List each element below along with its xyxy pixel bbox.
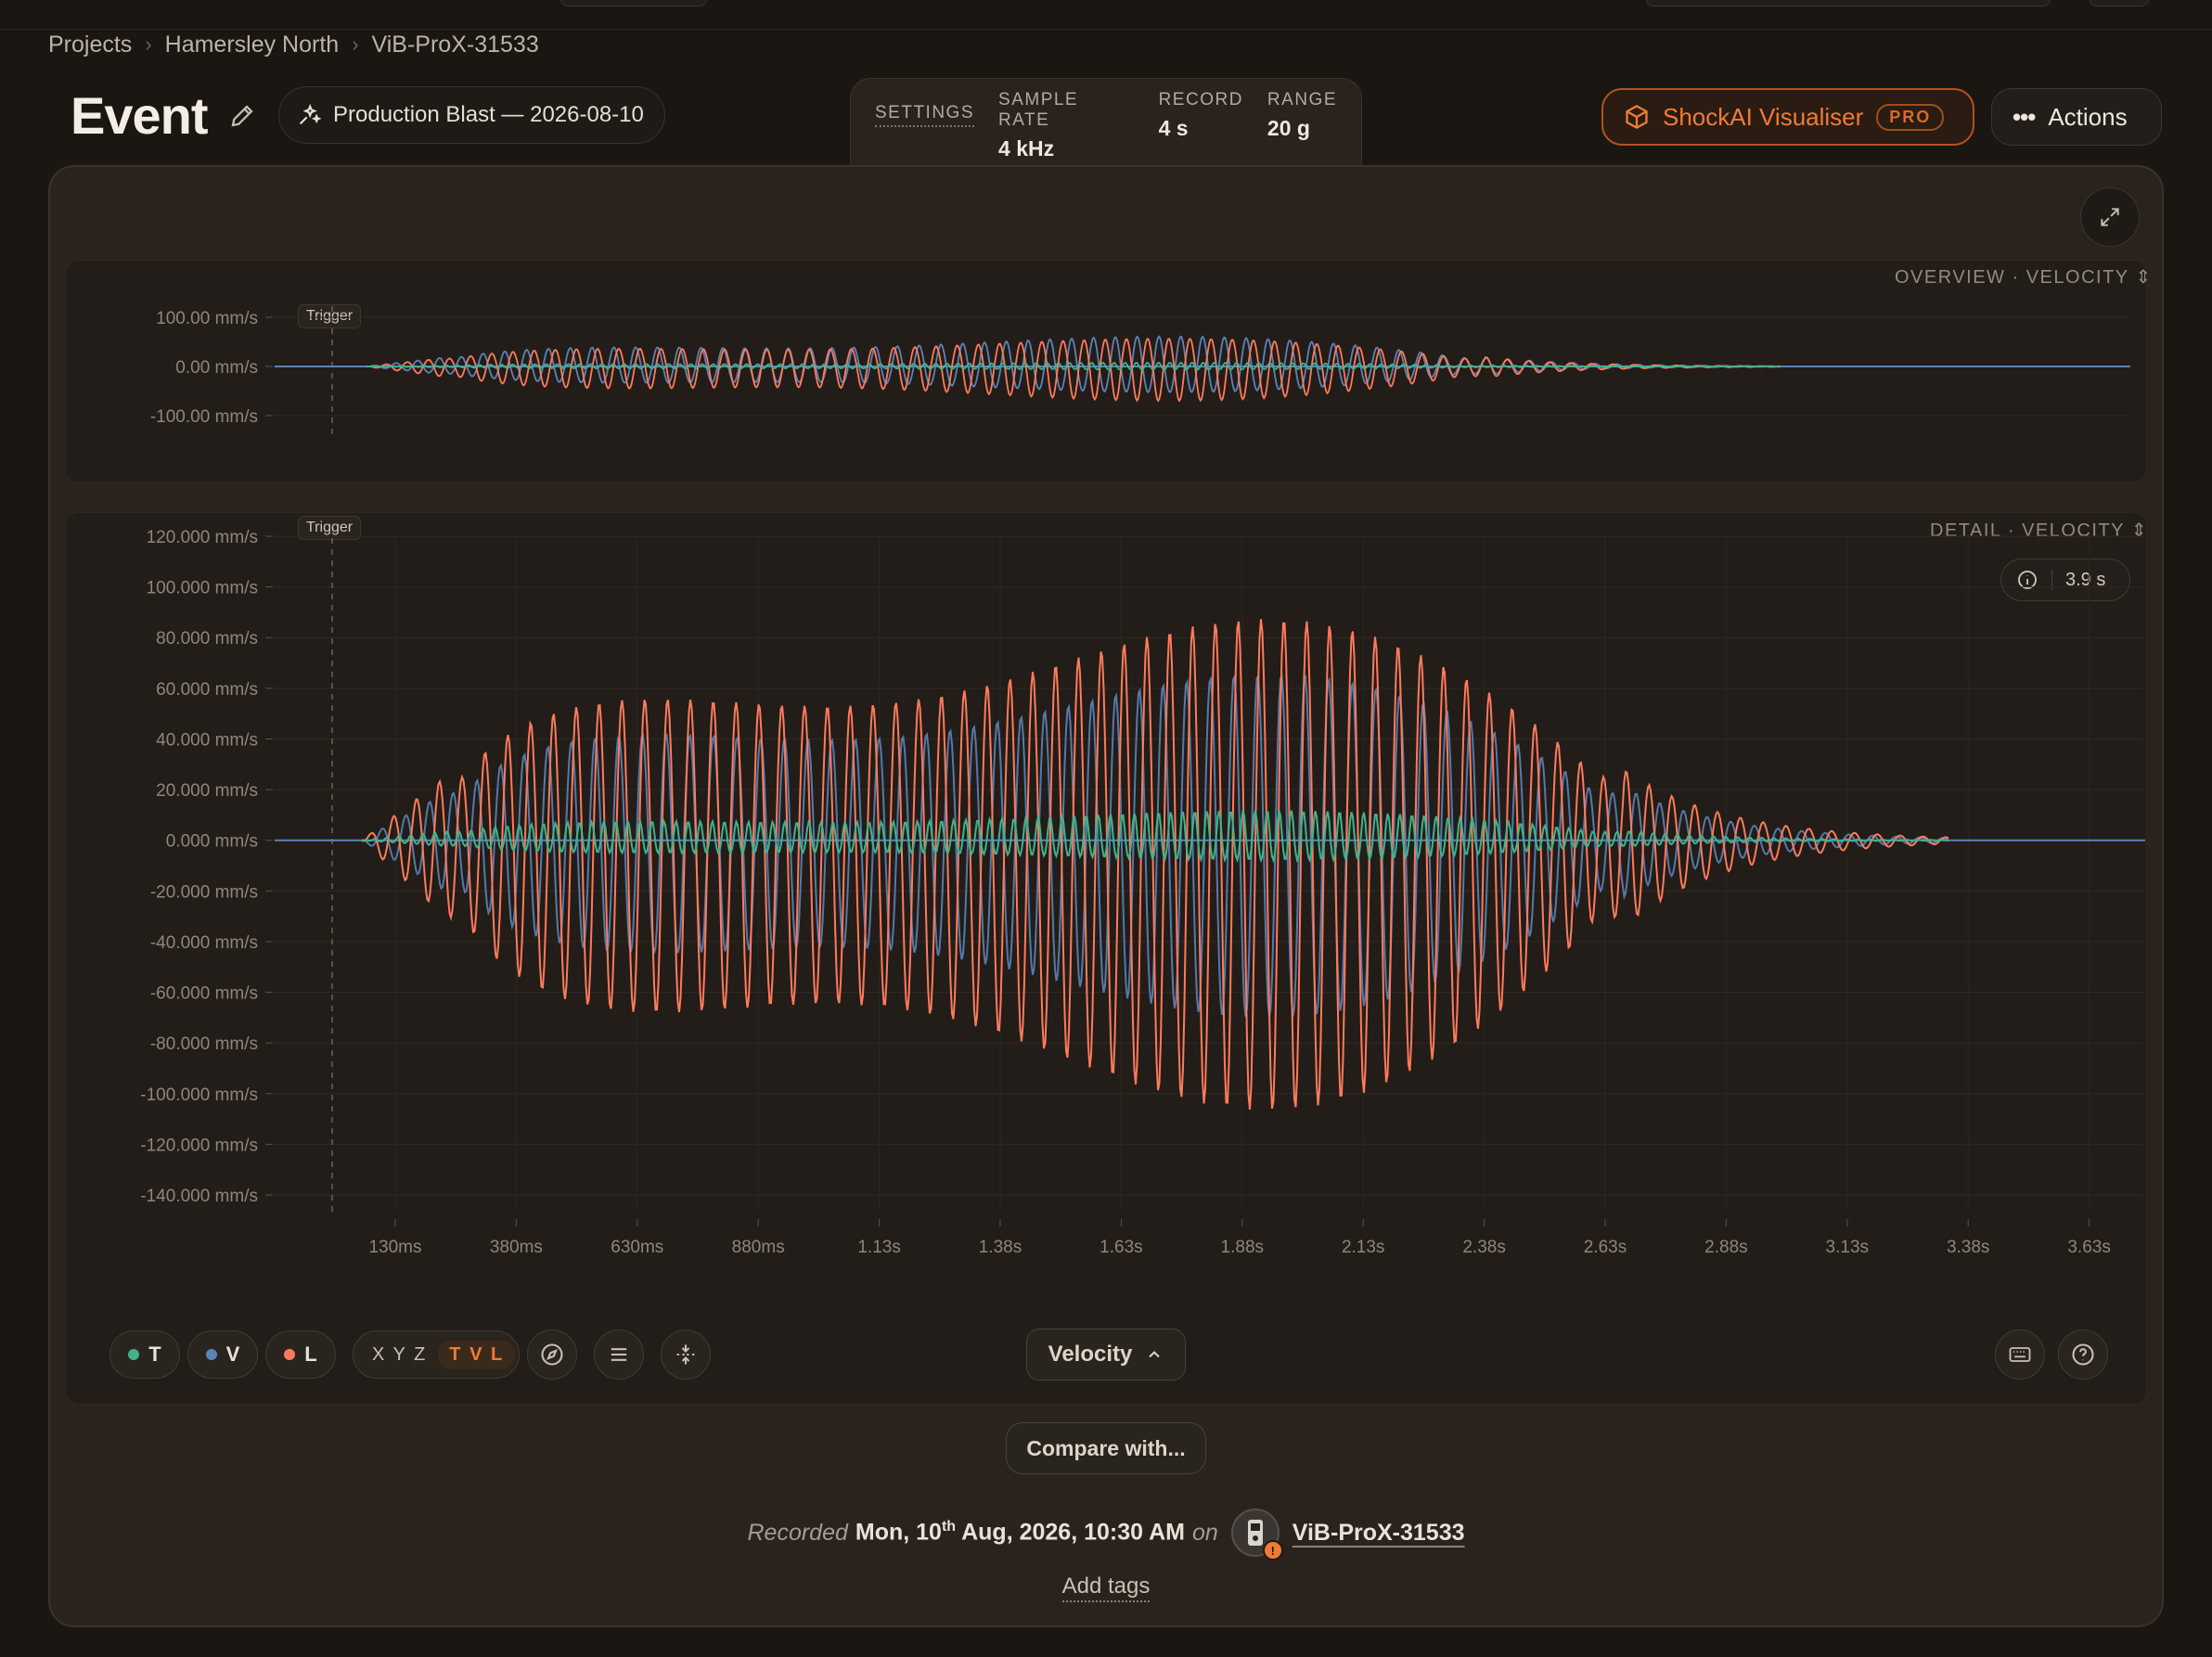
recorded-info: Recorded Mon, 10th Aug, 2026, 10:30 AM o… — [0, 1509, 2212, 1561]
shockai-visualiser-button[interactable]: ShockAI Visualiser PRO — [1601, 88, 1974, 146]
overview-chart-label[interactable]: OVERVIEW · VELOCITY ⇕ — [1895, 265, 2153, 289]
breadcrumb-projects[interactable]: Projects — [48, 32, 132, 58]
channel-dot — [128, 1349, 140, 1360]
chevron-right-icon: › — [352, 32, 359, 56]
settings-link[interactable]: SETTINGS — [875, 103, 975, 127]
recorded-word: Recorded — [747, 1519, 848, 1546]
compare-with-button[interactable]: Compare with... — [1006, 1422, 1206, 1474]
channel-toggle-v[interactable]: V — [187, 1330, 258, 1379]
actions-button[interactable]: ••• Actions — [1991, 88, 2162, 146]
breadcrumb-device[interactable]: ViB-ProX-31533 — [372, 32, 539, 58]
compass-icon[interactable] — [527, 1329, 577, 1380]
event-type-chip[interactable]: Production Blast — 2026-08-10 — [278, 86, 665, 144]
setting-sample-rate: SAMPLE RATE 4 kHz — [998, 90, 1079, 161]
unit-selector-label: Velocity — [1048, 1342, 1133, 1367]
recorded-date: Mon, 10th Aug, 2026, 10:30 AM — [855, 1519, 1185, 1546]
add-tags-link[interactable]: Add tags — [1061, 1574, 1151, 1602]
cube-icon — [1626, 104, 1648, 130]
overview-trigger-tag: Trigger — [298, 304, 362, 328]
shockai-label: ShockAI Visualiser — [1663, 102, 1864, 131]
pro-badge: PRO — [1876, 103, 1945, 131]
axis-xyz[interactable]: X Y Z — [372, 1344, 427, 1366]
list-icon[interactable] — [594, 1329, 644, 1380]
duration-badge[interactable]: 3.9 s — [2000, 559, 2130, 601]
top-bar — [0, 0, 2212, 30]
unit-selector-button[interactable]: Velocity — [1026, 1329, 1186, 1381]
channel-toggle-l[interactable]: L — [265, 1330, 336, 1379]
breadcrumb: Projects › Hamersley North › ViB-ProX-31… — [48, 30, 539, 59]
axis-tvl[interactable]: T V L — [438, 1340, 516, 1369]
channel-dot — [284, 1349, 296, 1360]
detail-chart-label[interactable]: DETAIL · VELOCITY ⇕ — [1930, 519, 2148, 542]
pencil-icon[interactable] — [225, 98, 260, 134]
detail-trigger-tag: Trigger — [298, 516, 362, 540]
device-link[interactable]: ViB-ProX-31533 — [1292, 1520, 1465, 1547]
setting-range: RANGE 20 g — [1267, 90, 1337, 140]
top-tab[interactable] — [560, 0, 707, 6]
sort-icon: ⇕ — [2135, 267, 2153, 288]
warning-icon: ! — [1262, 1540, 1283, 1561]
device-avatar[interactable]: ! — [1230, 1509, 1283, 1561]
page-title: Event — [71, 86, 208, 145]
actions-label: Actions — [2048, 102, 2128, 131]
channel-dot — [205, 1349, 217, 1360]
sparkle-icon — [299, 103, 322, 125]
breadcrumb-project[interactable]: Hamersley North — [165, 32, 340, 58]
duration-value: 3.9 s — [2065, 569, 2106, 590]
top-avatar[interactable] — [2090, 0, 2149, 6]
device-icon — [1247, 1520, 1263, 1546]
channel-toggle-t[interactable]: T — [109, 1330, 180, 1379]
event-name: Production Blast — 2026-08-10 — [333, 102, 644, 127]
chevron-right-icon: › — [145, 32, 152, 56]
keyboard-icon[interactable] — [1995, 1329, 2045, 1380]
help-icon[interactable] — [2058, 1329, 2108, 1380]
setting-record: RECORD 4 s — [1158, 90, 1243, 140]
overview-chart[interactable] — [65, 260, 2147, 482]
top-search[interactable] — [1646, 0, 2051, 6]
chevron-up-icon — [1149, 1351, 1161, 1358]
detail-chart[interactable] — [65, 512, 2147, 1405]
settings-summary: SETTINGS SAMPLE RATE 4 kHz RECORD 4 s RA… — [850, 78, 1362, 167]
axis-mode-toggle[interactable]: X Y Z T V L — [353, 1330, 520, 1379]
expand-icon[interactable] — [2080, 187, 2140, 247]
sort-icon: ⇕ — [2130, 520, 2148, 541]
more-icon: ••• — [2013, 102, 2036, 131]
info-icon — [2018, 571, 2037, 589]
fit-vertical-icon[interactable] — [661, 1329, 711, 1380]
on-word: on — [1191, 1519, 1218, 1546]
